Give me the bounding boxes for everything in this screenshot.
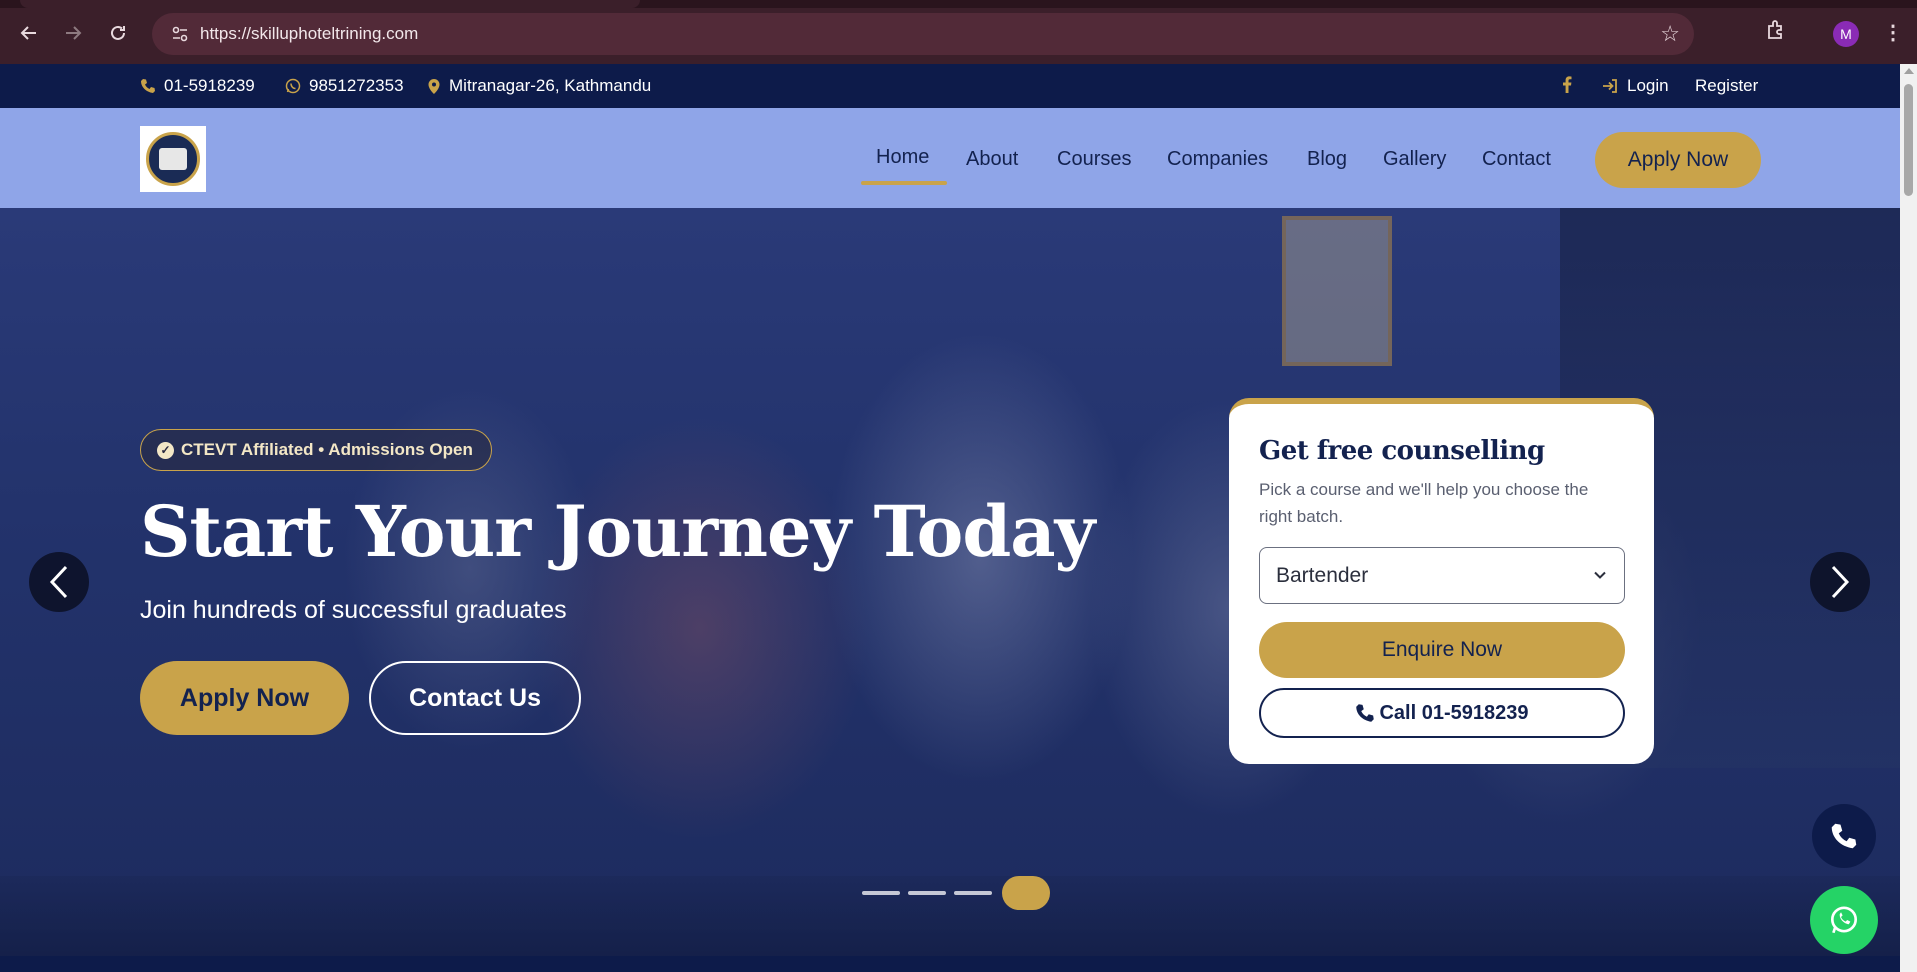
- course-select[interactable]: Bartender: [1259, 547, 1625, 604]
- floating-whatsapp-button[interactable]: [1810, 886, 1878, 954]
- nav-contact[interactable]: Contact: [1482, 148, 1551, 171]
- scroll-thumb[interactable]: [1904, 84, 1913, 196]
- phone-icon: [1831, 823, 1857, 849]
- check-icon: ✓: [157, 441, 174, 459]
- hero-badge-text: CTEVT Affiliated • Admissions Open: [181, 440, 473, 459]
- nav-active-underline: [861, 181, 947, 185]
- nav-blog[interactable]: Blog: [1307, 148, 1347, 171]
- topbar-address-text: Mitranagar-26, Kathmandu: [449, 76, 652, 95]
- login-text: Login: [1627, 76, 1669, 95]
- site-logo[interactable]: [140, 126, 206, 192]
- counselling-description: Pick a course and we'll help you choose …: [1259, 480, 1589, 526]
- slider-dots: [862, 876, 1050, 910]
- hero-title: Start Your Journey Today: [140, 490, 1095, 573]
- hero-contact-button[interactable]: Contact Us: [369, 661, 581, 735]
- topbar-phone[interactable]: 01-5918239: [140, 76, 255, 96]
- hero-badge: ✓ CTEVT Affiliated • Admissions Open: [140, 429, 492, 471]
- scroll-up-arrow-icon[interactable]: [1904, 68, 1914, 74]
- nav-gallery[interactable]: Gallery: [1383, 148, 1446, 171]
- extensions-icon[interactable]: [1764, 18, 1788, 47]
- active-tab[interactable]: [20, 0, 640, 8]
- whatsapp-icon: [1830, 906, 1858, 934]
- tab-strip: [0, 0, 1917, 8]
- main-navbar: Home About Courses Companies Blog Galler…: [0, 108, 1900, 208]
- hero-subtitle: Join hundreds of successful graduates: [140, 596, 567, 624]
- chevron-down-icon: [1594, 571, 1606, 579]
- hero-background-frame: [1282, 216, 1392, 366]
- topbar-whatsapp-text: 9851272353: [309, 76, 404, 95]
- page-scrollbar[interactable]: [1900, 64, 1917, 972]
- login-link[interactable]: Login: [1602, 76, 1669, 96]
- call-button-text: Call 01-5918239: [1379, 701, 1529, 724]
- topbar-whatsapp[interactable]: 9851272353: [285, 76, 404, 96]
- profile-avatar[interactable]: M: [1833, 21, 1859, 47]
- facebook-icon[interactable]: [1562, 76, 1572, 93]
- slider-dot-3[interactable]: [954, 891, 992, 895]
- register-link[interactable]: Register: [1695, 76, 1758, 96]
- topbar-address: Mitranagar-26, Kathmandu: [427, 76, 651, 96]
- chevron-left-icon: [49, 565, 68, 599]
- slider-dot-4[interactable]: [1002, 876, 1050, 910]
- phone-icon: [1356, 704, 1375, 722]
- back-icon[interactable]: [14, 18, 44, 48]
- nav-companies[interactable]: Companies: [1167, 148, 1268, 171]
- top-info-bar: 01-5918239 9851272353 Mitranagar-26, Kat…: [0, 64, 1900, 108]
- phone-icon: [141, 79, 155, 93]
- reload-icon[interactable]: [103, 18, 133, 48]
- nav-home[interactable]: Home: [876, 146, 929, 169]
- nav-apply-button[interactable]: Apply Now: [1595, 132, 1761, 188]
- bookmark-star-icon[interactable]: ☆: [1660, 21, 1680, 47]
- call-button[interactable]: Call 01-5918239: [1259, 688, 1625, 738]
- slider-dot-1[interactable]: [862, 891, 900, 895]
- next-section-strip: [0, 956, 1900, 972]
- register-text: Register: [1695, 76, 1759, 95]
- enquire-button[interactable]: Enquire Now: [1259, 622, 1625, 678]
- counselling-title: Get free counselling: [1259, 436, 1545, 466]
- whatsapp-icon: [285, 78, 301, 94]
- nav-about[interactable]: About: [966, 148, 1018, 171]
- login-icon: [1603, 79, 1617, 93]
- floating-call-button[interactable]: [1812, 804, 1876, 868]
- topbar-phone-text: 01-5918239: [164, 76, 255, 95]
- nav-courses[interactable]: Courses: [1057, 148, 1131, 171]
- slider-prev-button[interactable]: [29, 552, 89, 612]
- location-pin-icon: [428, 78, 440, 94]
- counselling-card: Get free counselling Pick a course and w…: [1229, 398, 1654, 764]
- slider-dot-2[interactable]: [908, 891, 946, 895]
- slider-next-button[interactable]: [1810, 552, 1870, 612]
- address-bar[interactable]: https://skilluphoteltrining.com ☆: [152, 13, 1694, 55]
- url-text: https://skilluphoteltrining.com: [200, 24, 419, 43]
- course-select-value: Bartender: [1276, 563, 1369, 587]
- browser-menu-icon[interactable]: ⋮: [1883, 20, 1903, 45]
- chevron-right-icon: [1831, 565, 1850, 599]
- logo-seal: [146, 132, 200, 186]
- site-settings-icon[interactable]: [160, 25, 200, 43]
- hero-apply-button[interactable]: Apply Now: [140, 661, 349, 735]
- browser-chrome: https://skilluphoteltrining.com ☆ M ⋮: [0, 0, 1917, 64]
- forward-icon[interactable]: [58, 18, 88, 48]
